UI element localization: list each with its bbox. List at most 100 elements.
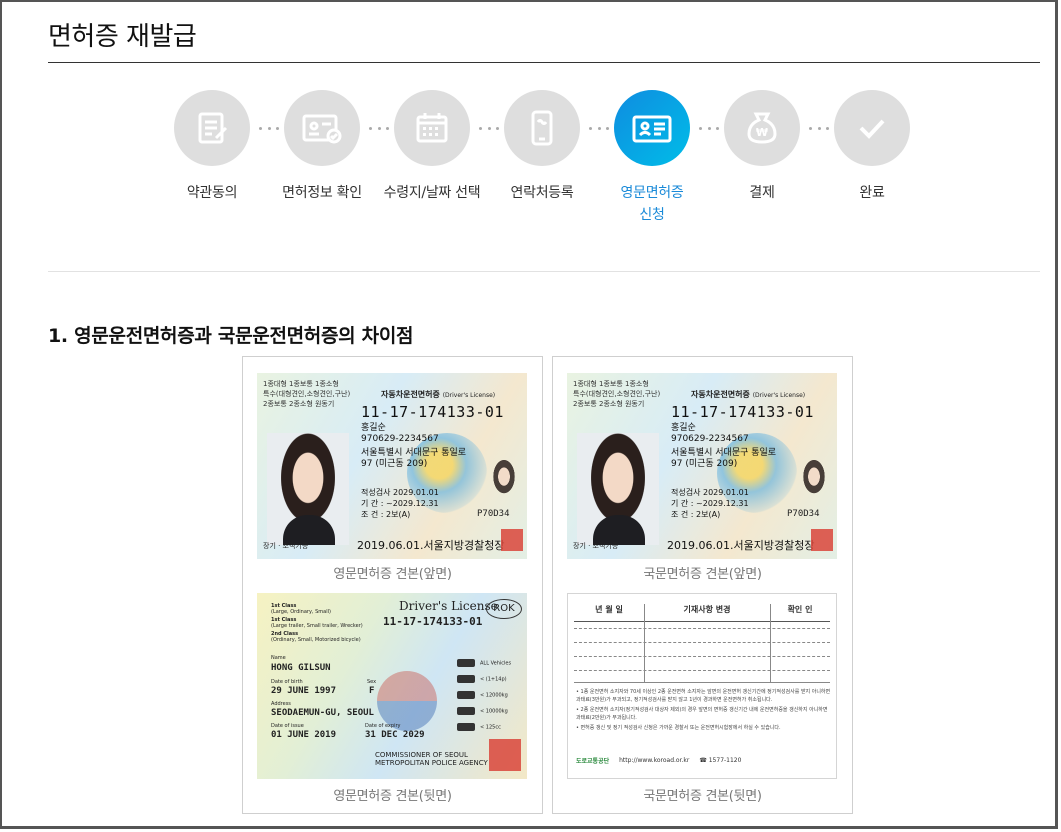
license-number: 11-17-174133-01 (361, 403, 504, 421)
official-seal (501, 529, 523, 551)
id-card-check-icon (284, 90, 360, 166)
holder-rrn: 970629-2234567 (671, 434, 749, 444)
eng-address: SEODAEMUN-GU, SEOUL (271, 708, 374, 718)
holder-photo (267, 433, 349, 545)
license-card-icon (614, 90, 690, 166)
license-class-line3: 2종보통 2종소형 원동기 (573, 400, 645, 408)
section-divider (48, 271, 1040, 272)
eng-authority1: COMMISSIONER OF SEOUL (375, 751, 468, 759)
issue-authority: 2019.06.01.서울지방경찰청장 (357, 539, 505, 552)
english-back-caption: 영문면허증 견본(뒷면) (333, 789, 452, 804)
progress-steps: 약관동의 면허정보 확인 수령지/날짜 선택 연락처등록 영문면허증 신청 ₩ … (162, 90, 932, 240)
vehicle-row: < 10000kg (457, 707, 508, 715)
record-row (574, 656, 830, 657)
mobile-phone-icon (504, 90, 580, 166)
vehicle-row: < 125cc (457, 723, 501, 731)
ghost-photo (797, 459, 831, 503)
section-heading: 1. 영문운전면허증과 국문운전면허증의 차이점 (48, 325, 414, 347)
kor-note3: • 면허증 갱신 및 정기 적성검사 신청은 가까운 경찰서 또는 운전면허시험… (576, 725, 781, 731)
eng-class1-desc: (Large, Ordinary, Small) (271, 609, 331, 615)
eng-address-label: Address (271, 701, 291, 707)
record-row (574, 642, 830, 643)
license-period: 기 간 : ~2029.12.31 (671, 499, 749, 508)
license-class-line1: 1종대형 1종보통 1종소형 (573, 380, 649, 388)
koroad-logo: 도로교통공단 (576, 758, 610, 765)
koroad-phone: ☎ 1577-1120 (699, 757, 742, 764)
step-label-line2: 신청 (639, 207, 665, 223)
step-label-line1: 영문면허증 (620, 185, 684, 201)
page-title: 면허증 재발급 (48, 22, 197, 52)
col-date: 년 월 일 (595, 605, 623, 614)
license-condition: 조 건 : 2보(A) (361, 510, 411, 519)
english-license-back-image: Driver's License ROK 11-17-174133-01 1st… (257, 593, 527, 779)
step-license-info: 면허정보 확인 (262, 90, 382, 204)
korean-license-back-image: 년 월 일 기재사항 변경 확인 인 • 1종 운전면허 소지자와 70세 이상… (567, 593, 837, 779)
aptitude-test: 적성검사 2029.01.01 (671, 488, 749, 497)
issue-authority: 2019.06.01.서울지방경찰청장 (667, 539, 815, 552)
eng-class2-desc: (Ordinary, Small, Motorized bicycle) (271, 637, 361, 643)
holder-photo (577, 433, 659, 545)
official-seal (811, 529, 833, 551)
eng-issue-label: Date of issue (271, 723, 304, 729)
eng-license-number: 11-17-174133-01 (383, 615, 483, 628)
eng-name: HONG GILSUN (271, 663, 331, 673)
eng-class1b-desc: (Large trailer, Small trailer, Wrecker) (271, 623, 363, 629)
holder-name: 홍길순 (361, 423, 386, 433)
step-label: 연락처등록 (510, 185, 574, 201)
record-row (574, 670, 830, 671)
vehicle-row: < (1+14p) (457, 675, 507, 683)
step-label: 면허정보 확인 (282, 185, 362, 201)
ghost-photo (487, 459, 521, 503)
eng-issue-date: 01 JUNE 2019 (271, 730, 337, 740)
eng-title: Driver's License (399, 599, 498, 613)
step-label: 영문면허증 신청 (592, 182, 712, 226)
step-contact: 연락처등록 (482, 90, 602, 204)
korean-license-box: 1종대형 1종보통 1종소형 특수(대형견인,소형견인,구난) 2종보통 2종소… (552, 356, 853, 814)
english-license-front-image: 1종대형 1종보통 1종소형 특수(대형견인,소형견인,구난) 2종보통 2종소… (257, 373, 527, 559)
col-confirm: 확인 인 (787, 605, 813, 614)
license-number: 11-17-174133-01 (671, 403, 814, 421)
document-edit-icon (174, 90, 250, 166)
korean-back-caption: 국문면허증 견본(뒷면) (643, 789, 762, 804)
step-complete: 완료 (812, 90, 932, 204)
eng-expiry-date: 31 DEC 2029 (365, 730, 425, 740)
koroad-url: http://www.koroad.or.kr (619, 757, 690, 764)
eng-sex: F (369, 686, 375, 696)
donor-label: 장기 · 조직기증 (573, 542, 619, 550)
license-header-en: (Driver's License) (442, 392, 496, 399)
taegeuk-emblem (377, 671, 437, 731)
step-label: 결제 (749, 185, 775, 201)
license-class-line2: 특수(대형견인,소형견인,구난) (573, 390, 661, 398)
korean-front-caption: 국문면허증 견본(앞면) (643, 567, 762, 582)
vehicle-row: ALL Vehicles (457, 659, 511, 667)
step-label: 약관동의 (186, 185, 238, 201)
license-code: P70D34 (477, 509, 510, 519)
license-header: 자동차운전면허증 (381, 390, 440, 399)
change-record-header: 년 월 일 기재사항 변경 확인 인 (574, 604, 830, 622)
eng-sex-label: Sex (367, 679, 377, 685)
step-pickup-date: 수령지/날짜 선택 (372, 90, 492, 204)
english-front-caption: 영문면허증 견본(앞면) (333, 567, 452, 582)
title-divider (48, 62, 1040, 63)
vehicle-row: < 12000kg (457, 691, 508, 699)
eng-authority2: METROPOLITAN POLICE AGENCY (375, 759, 488, 767)
rok-badge: ROK (486, 599, 522, 619)
eng-expiry-label: Date of expiry (365, 723, 401, 729)
english-license-box: 1종대형 1종보통 1종소형 특수(대형견인,소형견인,구난) 2종보통 2종소… (242, 356, 543, 814)
holder-rrn: 970629-2234567 (361, 434, 439, 444)
holder-address2: 97 (미근동 209) (671, 459, 738, 469)
step-label: 완료 (859, 185, 885, 201)
license-header-en: (Driver's License) (752, 392, 806, 399)
license-condition: 조 건 : 2보(A) (671, 510, 721, 519)
col-change: 기재사항 변경 (683, 605, 731, 614)
aptitude-test: 적성검사 2029.01.01 (361, 488, 439, 497)
eng-dob-label: Date of birth (271, 679, 303, 685)
license-code: P70D34 (787, 509, 820, 519)
holder-name: 홍길순 (671, 423, 696, 433)
license-period: 기 간 : ~2029.12.31 (361, 499, 439, 508)
license-header: 자동차운전면허증 (691, 390, 750, 399)
money-bag-won-icon: ₩ (724, 90, 800, 166)
license-class-line2: 특수(대형견인,소형견인,구난) (263, 390, 351, 398)
eng-dob: 29 JUNE 1997 (271, 686, 337, 696)
korean-license-front-image: 1종대형 1종보통 1종소형 특수(대형견인,소형견인,구난) 2종보통 2종소… (567, 373, 837, 559)
